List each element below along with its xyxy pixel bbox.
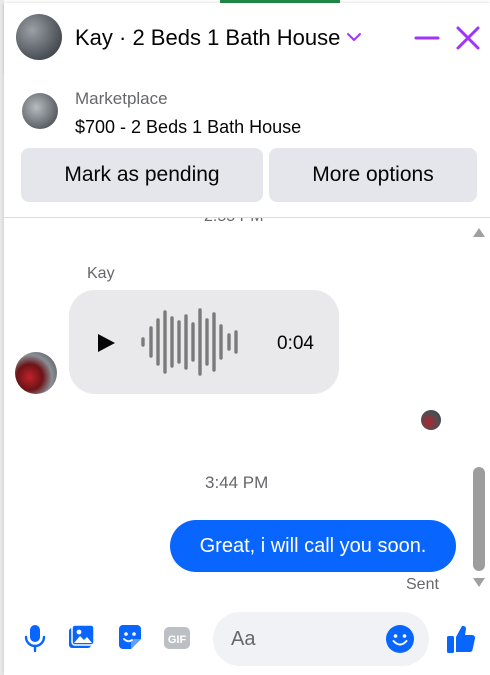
scroll-down-arrow[interactable]: [472, 577, 486, 589]
avatar[interactable]: [16, 14, 62, 60]
scrollbar-thumb[interactable]: [473, 467, 485, 571]
outgoing-message[interactable]: Great, i will call you soon.: [170, 520, 456, 572]
chevron-down-icon[interactable]: [344, 27, 364, 47]
more-options-button[interactable]: More options: [269, 148, 477, 202]
minimize-icon[interactable]: [414, 25, 440, 51]
listing-source: Marketplace: [75, 89, 168, 108]
listing-banner: Marketplace $700 - 2 Beds 1 Bath House M…: [4, 73, 490, 219]
scroll-up-arrow[interactable]: [472, 226, 486, 238]
conversation-title[interactable]: Kay · 2 Beds 1 Bath House: [75, 25, 340, 51]
audio-duration: 0:04: [277, 333, 314, 354]
audio-message: 0:04: [69, 290, 339, 394]
seen-indicator-avatar: [421, 410, 441, 430]
message-input-placeholder: Aa: [231, 628, 256, 650]
listing-title[interactable]: $700 - 2 Beds 1 Bath House: [75, 117, 301, 138]
sticker-icon[interactable]: [115, 623, 145, 653]
emoji-icon[interactable]: [385, 624, 415, 654]
microphone-icon[interactable]: [20, 623, 50, 653]
thumbs-up-icon[interactable]: [445, 623, 477, 655]
mark-as-pending-button[interactable]: Mark as pending: [21, 148, 263, 202]
photo-icon[interactable]: [66, 623, 96, 653]
chat-header: Kay · 2 Beds 1 Bath House: [4, 3, 490, 73]
message-input[interactable]: Aa: [213, 612, 429, 666]
sender-name: Kay: [87, 265, 115, 282]
waveform-icon[interactable]: [141, 308, 245, 376]
close-icon[interactable]: [455, 25, 481, 51]
chat-window: Kay · 2 Beds 1 Bath House Marketplace $7…: [4, 3, 490, 675]
gif-icon[interactable]: GIF: [162, 623, 192, 653]
sender-avatar[interactable]: [15, 352, 57, 394]
composer-bar: GIF Aa: [4, 601, 490, 675]
timestamp: 3:44 PM: [205, 473, 269, 492]
play-icon[interactable]: [96, 333, 116, 353]
svg-text:GIF: GIF: [168, 634, 187, 646]
message-status: Sent: [406, 576, 439, 593]
message-list: 2:55 PM Kay: [4, 218, 490, 598]
timestamp-top: 2:55 PM: [204, 218, 264, 226]
listing-thumbnail[interactable]: [22, 93, 58, 129]
